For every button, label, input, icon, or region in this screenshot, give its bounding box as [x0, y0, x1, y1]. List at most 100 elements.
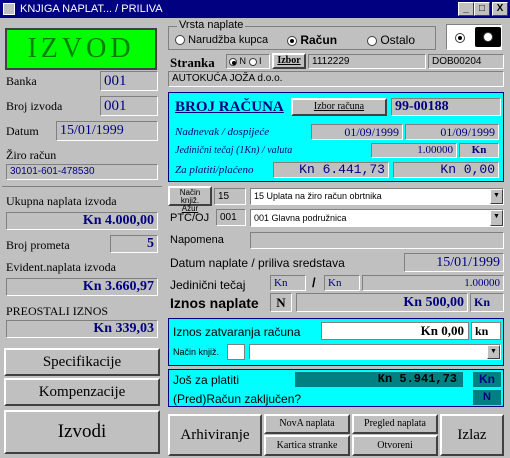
evident-label: Evident.naplata izvoda: [6, 260, 116, 274]
jed-tecaj-cur2: Kn: [324, 275, 360, 291]
zakljucen-label: (Pred)Račun zaključen?: [173, 392, 302, 406]
preostali-label: PREOSTALI IZNOS: [6, 304, 109, 318]
jos-label: Još za platiti: [173, 373, 240, 387]
ptc-label: PTC/OJ: [170, 212, 210, 224]
valuta-field: Kn: [459, 143, 499, 158]
iznos-naplate-label: Iznos naplate: [170, 295, 259, 311]
kartica-stranke-button[interactable]: Kartica stranke: [264, 435, 350, 456]
zatvaranje-cur: kn: [471, 322, 501, 340]
radio-n-icon[interactable]: [229, 57, 237, 66]
radio-icon: [175, 35, 185, 46]
broj-racuna-field[interactable]: 99-00188: [391, 98, 501, 116]
kompenzacije-button[interactable]: Kompenzacije: [4, 378, 160, 406]
nacin-select-value: 15 Uplata na žiro račun obrtnika: [254, 191, 382, 201]
datum-label: Datum: [6, 124, 39, 138]
banka-label: Banka: [6, 74, 37, 88]
option-ostalo[interactable]: Ostalo: [367, 33, 415, 47]
iznos-naplate-field[interactable]: Kn 500,00: [296, 293, 468, 312]
nacin-label: Način knjiž.: [179, 188, 201, 205]
napomena-field[interactable]: [250, 232, 504, 249]
otvoreni-button[interactable]: Otvoreni: [352, 435, 438, 456]
izvodi-button[interactable]: Izvodi: [4, 410, 160, 454]
left-panel: IZVOD Banka 001 Broj izvoda 001 Datum 15…: [2, 20, 162, 456]
ukupna-field: Kn 4.000,00: [6, 212, 158, 230]
zatvaranje-nacin-code[interactable]: [227, 344, 245, 360]
radio-selected-icon: [287, 35, 297, 46]
za-platiti-field: Kn 6.441,73: [273, 162, 389, 178]
nacin-azur-button[interactable]: Način knjiž. Ažur: [168, 186, 212, 213]
broj-izvoda-field[interactable]: 001: [100, 96, 158, 116]
nacin-select[interactable]: 15 Uplata na žiro račun obrtnika ▼: [250, 188, 504, 205]
option-racun[interactable]: Račun: [287, 33, 337, 47]
toggle-white-icon[interactable]: [455, 33, 465, 44]
datum-field[interactable]: 15/01/1999: [56, 121, 158, 141]
chevron-down-icon[interactable]: ▼: [490, 189, 503, 204]
broj-racuna-title: BROJ RAČUNA: [175, 99, 284, 115]
ukupna-label: Ukupna naplata izvoda: [6, 194, 117, 208]
minimize-button[interactable]: _: [458, 2, 474, 16]
izlaz-button[interactable]: Izlaz: [440, 414, 504, 456]
izvod-header: IZVOD: [5, 28, 157, 70]
mode-toggle[interactable]: [446, 24, 502, 50]
option-narudzba[interactable]: Narudžba kupca: [175, 34, 268, 46]
toggle-black-panel[interactable]: [475, 27, 501, 47]
datum-naplate-field[interactable]: 15/01/1999: [404, 253, 504, 272]
zatvaranje-field[interactable]: Kn 0,00: [321, 322, 469, 340]
jed-tecaj-label: Jedinični tečaj: [170, 278, 246, 292]
vrsta-naplate-title: Vrsta naplate: [177, 19, 246, 31]
stranka-name-field: AUTOKUĆA JOŽA d.o.o.: [168, 71, 504, 87]
napomena-label: Napomena: [170, 234, 224, 246]
ptc-select[interactable]: 001 Glavna podružnica ▼: [250, 209, 504, 227]
ptc-code-field[interactable]: 001: [216, 209, 246, 226]
stranka-code-field[interactable]: 1112229: [308, 54, 426, 69]
evident-field: Kn 3.660,97: [6, 278, 158, 296]
zatvaranje-panel: Iznos zatvaranja računa Kn 0,00 kn Način…: [168, 318, 504, 366]
toggle-black-icon: [483, 32, 493, 43]
stranka-type[interactable]: N I: [226, 54, 270, 69]
close-button[interactable]: X: [492, 2, 508, 16]
stranka-label: Stranka: [170, 55, 215, 70]
jed-tecaj-cur1: Kn: [270, 275, 306, 291]
chevron-down-icon[interactable]: ▼: [490, 210, 503, 226]
jos-cur: Kn: [473, 372, 501, 387]
ziro-field[interactable]: 30101-601-478530: [6, 164, 158, 180]
specifikacije-button[interactable]: Specifikacije: [4, 348, 160, 376]
divider: [2, 186, 162, 187]
jed-tecaj-field: 1.00000: [362, 275, 504, 291]
broj-prometa-field: 5: [110, 235, 158, 253]
nadnevak-field[interactable]: 01/09/1999: [311, 124, 403, 140]
pregled-naplata-button[interactable]: Pregled naplata: [352, 414, 438, 434]
iznos-naplate-flag[interactable]: N: [270, 293, 292, 312]
tecaj-field: 1.00000: [371, 143, 457, 158]
banka-field[interactable]: 001: [100, 71, 158, 91]
nova-naplata-button[interactable]: NovA naplata: [264, 414, 350, 434]
ptc-select-value: 001 Glavna podružnica: [254, 213, 347, 223]
nadnevak-label: Nadnevak / dospijeće: [175, 126, 270, 138]
iznos-naplate-cur: Kn: [470, 293, 504, 312]
nacin-num-field[interactable]: 15: [214, 188, 246, 205]
jed-tecaj-sep: /: [312, 275, 316, 290]
zatvaranje-nacin-label: Način knjiž.: [173, 347, 220, 357]
preostali-field: Kn 339,03: [6, 320, 158, 338]
radio-i-icon[interactable]: [248, 57, 257, 66]
window-title: KNJIGA NAPLAT... / PRILIVA: [20, 3, 163, 15]
maximize-button[interactable]: □: [474, 2, 490, 16]
broj-racuna-panel: BROJ RAČUNA Izbor računa 99-00188 Nadnev…: [168, 92, 504, 182]
stranka-izbor-button[interactable]: Izbor: [272, 53, 306, 69]
platiti-label: Za platiti/plaćeno: [175, 164, 254, 176]
radio-icon: [367, 35, 377, 46]
chevron-down-icon[interactable]: ▼: [487, 345, 500, 359]
zakljucen-field[interactable]: N: [473, 390, 501, 405]
title-bar: KNJIGA NAPLAT... / PRILIVA _ □ X: [0, 0, 510, 18]
app-icon: [3, 3, 15, 15]
placeno-field: Kn 0,00: [393, 162, 499, 178]
stranka-doc-field[interactable]: DOB00204: [428, 54, 504, 69]
datum-naplate-label: Datum naplate / priliva sredstava: [170, 256, 345, 270]
izbor-racuna-button[interactable]: Izbor računa: [291, 98, 387, 116]
tecaj-label: Jedinični tečaj (1Kn) / valuta: [175, 145, 293, 156]
ziro-label: Žiro račun: [6, 148, 57, 162]
arhiviranje-button[interactable]: Arhiviranje: [168, 414, 262, 456]
vrsta-naplate-group: Vrsta naplate Narudžba kupca Račun Ostal…: [168, 19, 436, 50]
dospijece-field[interactable]: 01/09/1999: [405, 124, 499, 140]
zatvaranje-nacin-select[interactable]: ▼: [249, 344, 501, 360]
